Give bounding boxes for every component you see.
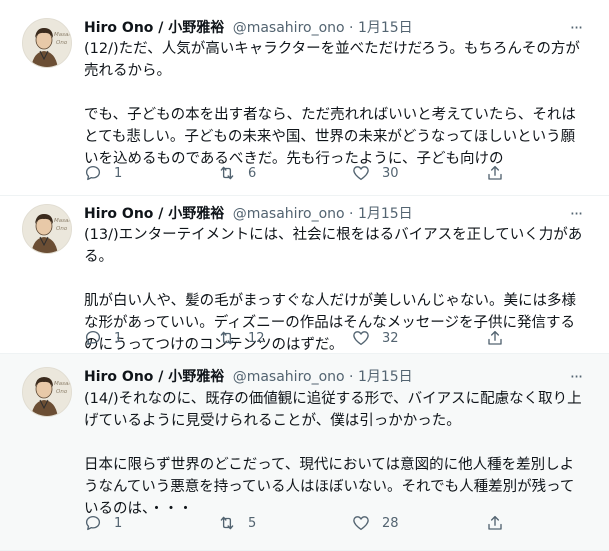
like-button[interactable]: 32	[352, 327, 399, 349]
reply-count: 1	[114, 515, 123, 531]
avatar-illustration: Masahiro Ono	[23, 205, 72, 253]
tweet-header: Hiro Ono / 小野雅裕 @masahiro_ono · 1月15日	[84, 204, 413, 224]
tweet-date[interactable]: 1月15日	[358, 369, 413, 385]
retweet-count: 6	[248, 165, 257, 181]
like-button[interactable]: 30	[352, 162, 399, 184]
tweet[interactable]: Masahiro Ono Hiro Ono / 小野雅裕 @masahiro_o…	[0, 0, 609, 196]
reply-count: 1	[114, 165, 123, 181]
author-handle[interactable]: @masahiro_ono	[233, 206, 345, 222]
reply-icon	[85, 165, 101, 181]
separator-dot: ·	[349, 369, 354, 385]
like-button[interactable]: 28	[352, 512, 399, 534]
retweet-button[interactable]: 5	[218, 512, 256, 534]
retweet-icon	[220, 331, 234, 345]
reply-icon	[85, 515, 101, 531]
tweet-header: Hiro Ono / 小野雅裕 @masahiro_ono · 1月15日	[84, 18, 413, 38]
heart-icon	[353, 516, 369, 531]
heart-icon	[353, 331, 369, 346]
separator-dot: ·	[349, 20, 354, 36]
author-name[interactable]: Hiro Ono / 小野雅裕	[84, 206, 224, 222]
retweet-icon	[220, 166, 234, 180]
tweet-text: (12/)ただ、人気が高いキャラクターを並べただけだろう。もちろんその方が売れる…	[84, 41, 580, 167]
reply-button[interactable]: 1	[84, 512, 122, 534]
avatar[interactable]: Masahiro Ono	[22, 18, 72, 68]
separator-dot: ·	[349, 206, 354, 222]
reply-count: 1	[114, 330, 123, 346]
tweet-text: (14/)それなのに、既存の価値観に追従する形で、バイアスに配慮なく取り上げてい…	[84, 391, 582, 517]
retweet-icon	[220, 516, 234, 530]
svg-text:Masahiro: Masahiro	[54, 381, 72, 387]
heart-icon	[353, 166, 369, 181]
more-icon[interactable]: ···	[565, 18, 587, 38]
svg-text:Masahiro: Masahiro	[54, 218, 72, 224]
retweet-count: 12	[248, 330, 265, 346]
more-icon[interactable]: ···	[565, 367, 587, 387]
more-icon[interactable]: ···	[565, 204, 587, 224]
like-count: 28	[382, 515, 399, 531]
share-icon	[488, 515, 502, 530]
svg-text:Ono: Ono	[56, 389, 68, 395]
tweet-timeline: Masahiro Ono Hiro Ono / 小野雅裕 @masahiro_o…	[0, 0, 609, 551]
tweet-header: Hiro Ono / 小野雅裕 @masahiro_ono · 1月15日	[84, 367, 413, 387]
reply-button[interactable]: 1	[84, 162, 122, 184]
share-button[interactable]	[486, 162, 504, 184]
avatar-illustration: Masahiro Ono	[23, 368, 72, 416]
tweet-date[interactable]: 1月15日	[358, 206, 413, 222]
tweet-date[interactable]: 1月15日	[358, 20, 413, 36]
retweet-count: 5	[248, 515, 257, 531]
svg-text:Ono: Ono	[56, 226, 68, 232]
share-button[interactable]	[486, 327, 504, 349]
svg-text:Ono: Ono	[56, 40, 68, 46]
retweet-button[interactable]: 6	[218, 162, 256, 184]
tweet[interactable]: Masahiro Ono Hiro Ono / 小野雅裕 @masahiro_o…	[0, 354, 609, 551]
tweet-actions: 1 5 28	[84, 512, 514, 534]
author-handle[interactable]: @masahiro_ono	[233, 20, 345, 36]
avatar[interactable]: Masahiro Ono	[22, 204, 72, 254]
like-count: 30	[382, 165, 399, 181]
tweet[interactable]: Masahiro Ono Hiro Ono / 小野雅裕 @masahiro_o…	[0, 196, 609, 354]
avatar-illustration: Masahiro Ono	[23, 19, 72, 67]
author-handle[interactable]: @masahiro_ono	[233, 369, 345, 385]
reply-button[interactable]: 1	[84, 327, 122, 349]
svg-text:Masahiro: Masahiro	[54, 32, 72, 38]
share-button[interactable]	[486, 512, 504, 534]
author-name[interactable]: Hiro Ono / 小野雅裕	[84, 20, 224, 36]
retweet-button[interactable]: 12	[218, 327, 265, 349]
share-icon	[488, 165, 502, 180]
share-icon	[488, 330, 502, 345]
author-name[interactable]: Hiro Ono / 小野雅裕	[84, 369, 224, 385]
avatar[interactable]: Masahiro Ono	[22, 367, 72, 417]
reply-icon	[85, 330, 101, 346]
tweet-actions: 1 6 30	[84, 162, 514, 184]
tweet-actions: 1 12 32	[84, 327, 514, 349]
like-count: 32	[382, 330, 399, 346]
